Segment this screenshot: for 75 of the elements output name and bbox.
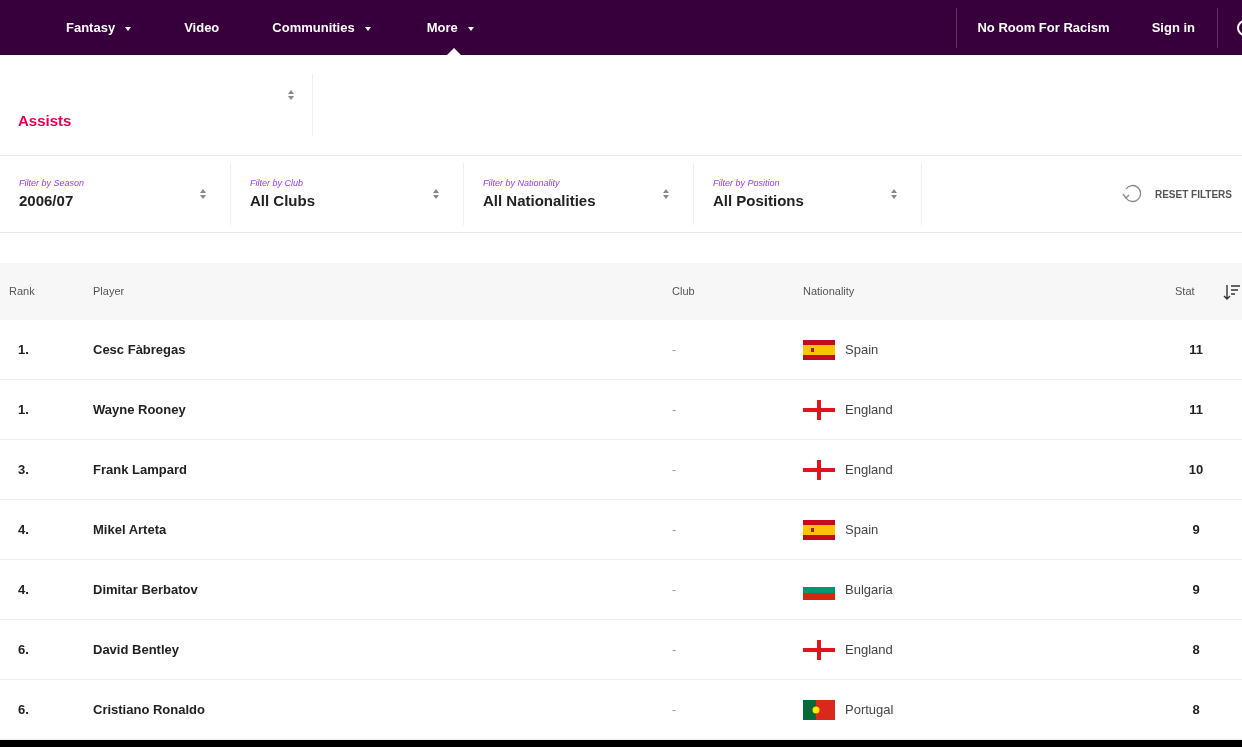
filter-dropdown[interactable]: Filter by Club All Clubs <box>231 163 464 225</box>
sort-icon[interactable] <box>1222 282 1240 301</box>
nationality-cell-text: Spain <box>845 340 879 359</box>
stat-cell-text: 9 <box>1191 520 1201 539</box>
sort-arrows-icon <box>433 189 439 199</box>
stat-cell-text: 10 <box>1187 460 1205 479</box>
sort-arrows-icon <box>663 189 669 199</box>
rank-cell-text: 4. <box>17 520 30 539</box>
club-cell-text: - <box>672 580 678 599</box>
stat-cell-text: 9 <box>1191 580 1201 599</box>
rank-cell-text: 1. <box>17 400 30 419</box>
column-header: Club <box>672 284 696 300</box>
club-cell-text: - <box>672 400 678 419</box>
reset-filters-button[interactable]: RESET FILTERS <box>1120 184 1242 204</box>
nationality-cell-text: England <box>845 400 893 419</box>
column-header: Rank <box>8 284 36 300</box>
column-header: Stat <box>1175 284 1196 300</box>
filter-value: 2006/07 <box>19 190 75 211</box>
stat-select[interactable]: Assists <box>0 74 313 136</box>
nav-tab[interactable]: Video <box>184 0 220 55</box>
flag-icon <box>803 639 835 660</box>
rank-cell-text: 1. <box>17 340 30 359</box>
filter-label: Filter by Club <box>250 177 304 191</box>
rank-cell-text: 3. <box>17 460 30 479</box>
filter-dropdown[interactable]: Filter by Position All Positions <box>694 163 922 225</box>
flag-icon <box>803 339 835 360</box>
nav-link[interactable]: No Room For Racism <box>957 17 1130 38</box>
nav-tab[interactable]: Communities <box>272 0 371 55</box>
rank-cell-text: 6. <box>17 700 30 719</box>
player-name-cell[interactable]: Cesc Fàbregas <box>93 339 672 360</box>
flag-icon <box>803 519 835 540</box>
filter-label: Filter by Position <box>713 177 781 191</box>
club-cell-text: - <box>672 520 678 539</box>
player-name-cell[interactable]: Dimitar Berbatov <box>93 579 672 600</box>
stat-cell-text: 8 <box>1191 700 1201 719</box>
filter-value: All Clubs <box>250 190 315 211</box>
nav-tab[interactable]: More <box>426 0 474 55</box>
filter-value: All Positions <box>713 190 804 211</box>
rank-cell-text: 4. <box>17 580 30 599</box>
nationality-cell-text: Spain <box>845 520 879 539</box>
player-name-cell[interactable]: Cristiano Ronaldo <box>93 699 672 720</box>
flag-icon <box>803 699 835 720</box>
column-header: Nationality <box>803 284 856 300</box>
club-cell-text: - <box>672 340 678 359</box>
nav-tab[interactable]: Fantasy <box>66 0 132 55</box>
sort-arrows-icon <box>200 189 206 199</box>
player-name-cell[interactable]: David Bentley <box>93 639 672 660</box>
player-name-cell[interactable]: Frank Lampard <box>93 459 672 480</box>
club-cell-text: - <box>672 640 678 659</box>
reset-icon <box>1120 184 1143 204</box>
club-cell-text: - <box>672 700 678 719</box>
search-icon[interactable] <box>1236 18 1242 37</box>
player-name-cell[interactable]: Mikel Arteta <box>93 519 672 540</box>
flag-icon <box>803 586 835 600</box>
flag-icon <box>803 459 835 480</box>
sort-arrows-icon <box>891 189 897 199</box>
filter-label: Filter by Nationality <box>483 177 561 191</box>
stat-cell-text: 11 <box>1188 340 1204 359</box>
nationality-cell-text: Bulgaria <box>845 580 893 599</box>
player-name-cell[interactable]: Wayne Rooney <box>93 399 672 420</box>
filter-label: Filter by Season <box>19 177 85 191</box>
stat-cell-text: 11 <box>1188 400 1204 419</box>
filter-dropdown[interactable]: Filter by Season 2006/07 <box>0 163 231 225</box>
rank-cell-text: 6. <box>17 640 30 659</box>
filter-dropdown[interactable]: Filter by Nationality All Nationalities <box>464 163 694 225</box>
club-cell-text: - <box>672 460 678 479</box>
filter-value: All Nationalities <box>483 190 596 211</box>
flag-icon <box>803 399 835 420</box>
nationality-cell-text: England <box>845 460 893 479</box>
nav-link[interactable]: Sign in <box>1129 17 1217 38</box>
stat-cell-text: 8 <box>1191 640 1201 659</box>
column-header: Player <box>93 284 126 300</box>
nationality-cell-text: England <box>845 640 893 659</box>
nationality-cell-text: Portugal <box>845 700 894 719</box>
sort-arrows-icon <box>288 90 294 100</box>
